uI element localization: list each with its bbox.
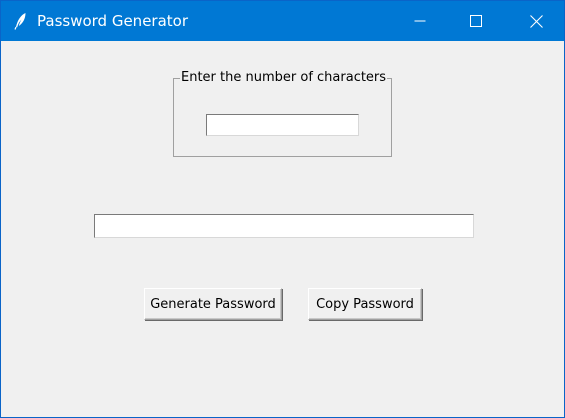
close-icon — [529, 14, 543, 28]
client-area: Enter the number of characters Generate … — [1, 41, 564, 417]
char-count-input[interactable] — [206, 114, 359, 136]
minimize-icon — [414, 15, 426, 27]
title-bar[interactable]: Password Generator — [1, 1, 564, 41]
close-button[interactable] — [508, 1, 564, 41]
copy-password-button[interactable]: Copy Password — [308, 288, 422, 320]
app-window: Password Generator Enter the number of c… — [0, 0, 565, 418]
window-title: Password Generator — [37, 12, 189, 30]
password-output-field[interactable] — [94, 214, 474, 238]
minimize-button[interactable] — [392, 1, 448, 41]
maximize-icon — [470, 15, 482, 27]
feather-icon — [13, 12, 29, 30]
maximize-button[interactable] — [448, 1, 504, 41]
generate-password-button[interactable]: Generate Password — [144, 288, 282, 320]
char-count-label: Enter the number of characters — [181, 70, 387, 85]
